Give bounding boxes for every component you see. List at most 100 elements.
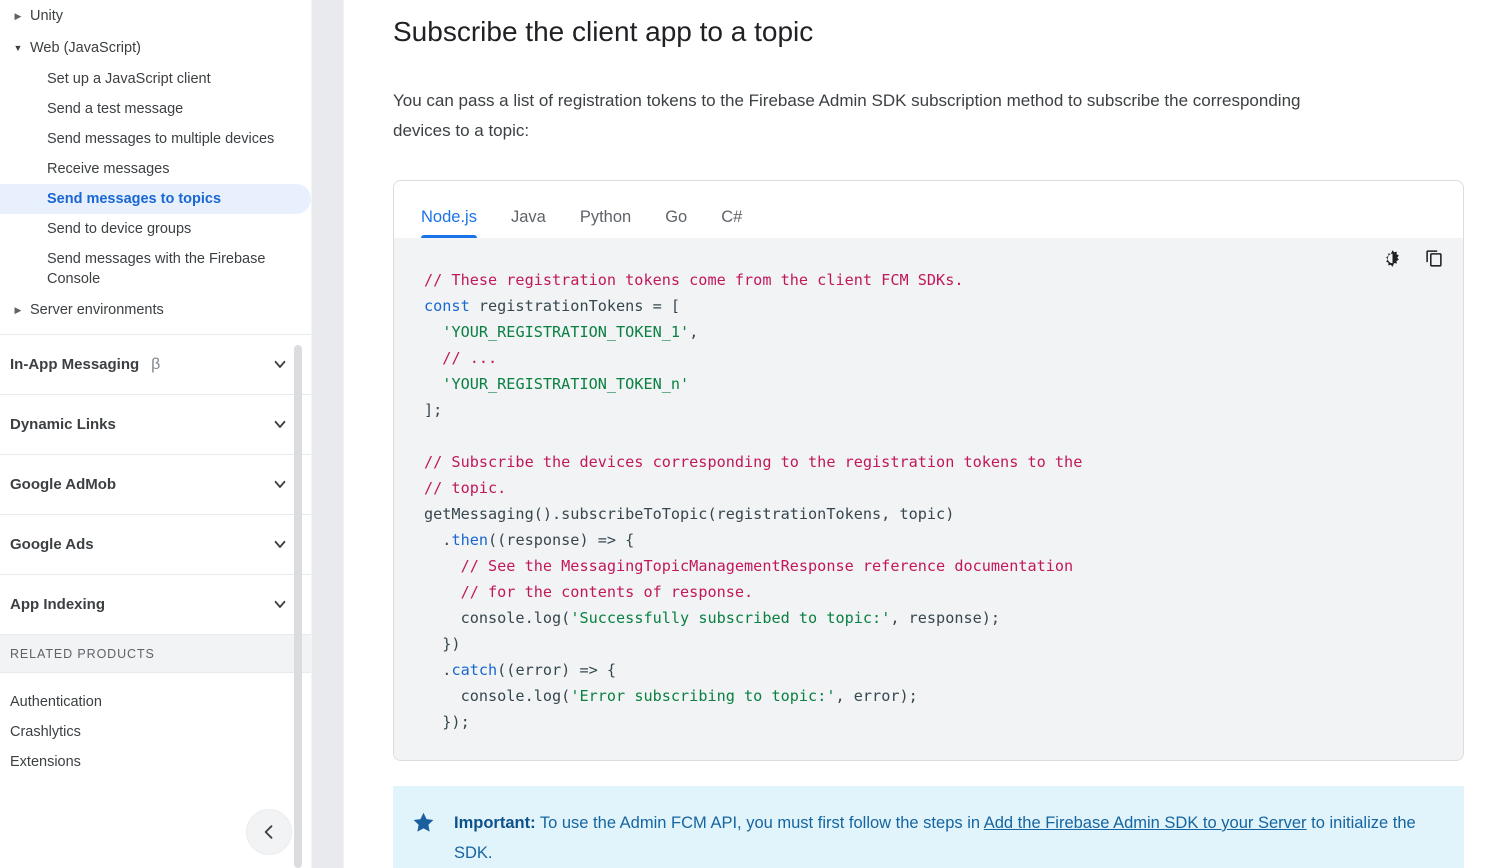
sidebar-item-receive-messages[interactable]: Receive messages bbox=[0, 154, 311, 184]
code-token: console.log( bbox=[424, 609, 571, 627]
content-inner: Subscribe the client app to a topic You … bbox=[344, 14, 1509, 868]
related-products-heading: RELATED PRODUCTS bbox=[0, 634, 311, 673]
sidebar-section-label-wrap: Google AdMob bbox=[10, 476, 116, 493]
sidebar-item-send-messages-to-topics[interactable]: Send messages to topics bbox=[0, 184, 311, 214]
sidebar-section-label-wrap: App Indexing bbox=[10, 596, 105, 613]
copy-glyph bbox=[1426, 250, 1442, 267]
code-token: }) bbox=[424, 635, 461, 653]
sidebar-item-send-messages-to-multiple-devices[interactable]: Send messages to multiple devices bbox=[0, 124, 311, 154]
code-token: 'YOUR_REGISTRATION_TOKEN_1' bbox=[442, 323, 690, 341]
nav-group-unity[interactable]: ▶ Unity bbox=[0, 0, 311, 32]
chevron-down-icon bbox=[271, 595, 289, 615]
star-icon bbox=[411, 810, 436, 835]
sidebar-section-label-wrap: In-App Messaging β bbox=[10, 356, 160, 374]
code-token: ((error) => { bbox=[497, 661, 617, 679]
sidebar-item-send-a-test-message[interactable]: Send a test message bbox=[0, 94, 311, 124]
chevron-down-icon bbox=[271, 415, 289, 435]
nav-tree: ▶ Unity ▼ Web (JavaScript) Set up a Java… bbox=[0, 0, 311, 334]
sidebar-scroll-area[interactable]: ▶ Unity ▼ Web (JavaScript) Set up a Java… bbox=[0, 0, 311, 868]
page-title: Subscribe the client app to a topic bbox=[393, 16, 814, 47]
code-token: // See the MessagingTopicManagementRespo… bbox=[460, 557, 1074, 575]
code-token: registrationTokens = [ bbox=[469, 297, 681, 315]
chevron-down-icon bbox=[271, 535, 289, 555]
code-token: console.log( bbox=[424, 687, 571, 705]
related-item-crashlytics[interactable]: Crashlytics bbox=[0, 717, 311, 747]
code-token: . bbox=[424, 531, 452, 549]
sidebar-section-app-indexing[interactable]: App Indexing bbox=[0, 574, 311, 634]
star-glyph bbox=[413, 812, 434, 832]
collapse-sidebar-button[interactable] bbox=[246, 809, 292, 855]
chevron-down-icon: ▼ bbox=[13, 43, 23, 53]
sidebar-section-google-admob[interactable]: Google AdMob bbox=[0, 454, 311, 514]
tab-python[interactable]: Python bbox=[563, 208, 648, 239]
callout-text-before: To use the Admin FCM API, you must first… bbox=[535, 814, 984, 832]
sidebar-item-send-messages-with-the-firebase-console[interactable]: Send messages with the Firebase Console bbox=[0, 244, 311, 294]
code-token: 'YOUR_REGISTRATION_TOKEN_n' bbox=[442, 375, 690, 393]
code-token: 'Successfully subscribed to topic:' bbox=[570, 609, 891, 627]
code-sample[interactable]: // These registration tokens come from t… bbox=[394, 268, 1463, 736]
code-content: // These registration tokens come from t… bbox=[424, 271, 1082, 731]
sidebar-item-send-to-device-groups[interactable]: Send to device groups bbox=[0, 214, 311, 244]
code-token: 'Error subscribing to topic:' bbox=[570, 687, 836, 705]
sidebar-section-label: App Indexing bbox=[10, 596, 105, 613]
chevron-left-icon bbox=[264, 825, 273, 839]
important-callout: Important: To use the Admin FCM API, you… bbox=[393, 786, 1464, 868]
tab-csharp[interactable]: C# bbox=[704, 208, 759, 239]
sidebar-navigation: ▶ Unity ▼ Web (JavaScript) Set up a Java… bbox=[0, 0, 311, 868]
code-token: catch bbox=[451, 661, 498, 679]
nav-group-label: Unity bbox=[30, 8, 64, 24]
sidebar-scrollbar[interactable] bbox=[294, 0, 302, 868]
documentation-page: ▶ Unity ▼ Web (JavaScript) Set up a Java… bbox=[0, 0, 1509, 868]
code-token: getMessaging().subscribeToTopic(registra… bbox=[424, 505, 955, 523]
related-item-authentication[interactable]: Authentication bbox=[0, 687, 311, 717]
related-products-list: Authentication Crashlytics Extensions bbox=[0, 673, 311, 777]
intro-paragraph: You can pass a list of registration toke… bbox=[393, 91, 1301, 140]
code-token: , error); bbox=[835, 687, 918, 705]
main-content: Subscribe the client app to a topic You … bbox=[344, 0, 1509, 868]
chevron-down-icon bbox=[271, 475, 289, 495]
code-token: // These registration tokens come from t… bbox=[424, 271, 964, 289]
nav-group-web-javascript[interactable]: ▼ Web (JavaScript) bbox=[0, 32, 311, 64]
sidebar-section-label-wrap: Dynamic Links bbox=[10, 416, 116, 433]
tab-go[interactable]: Go bbox=[648, 208, 704, 239]
nav-group-label: Server environments bbox=[30, 302, 164, 318]
callout-label: Important: bbox=[454, 814, 536, 832]
copy-icon[interactable] bbox=[1423, 247, 1445, 269]
code-token: then bbox=[451, 531, 489, 549]
nav-group-server-environments[interactable]: ▶ Server environments bbox=[0, 294, 311, 334]
code-token: , bbox=[689, 323, 699, 341]
tab-nodejs[interactable]: Node.js bbox=[404, 208, 494, 239]
code-token: // Subscribe the devices corresponding t… bbox=[424, 453, 1083, 471]
tab-java[interactable]: Java bbox=[494, 208, 563, 239]
beta-badge-icon: β bbox=[151, 355, 161, 373]
sidebar-section-google-ads[interactable]: Google Ads bbox=[0, 514, 311, 574]
language-tabs: Node.js Java Python Go C# bbox=[394, 181, 1463, 238]
code-sample-card: Node.js Java Python Go C# // These regis… bbox=[393, 180, 1464, 761]
code-token: }); bbox=[424, 713, 470, 731]
brightness-glyph bbox=[1386, 249, 1399, 267]
code-token: , response); bbox=[890, 609, 1001, 627]
sidebar-content-divider bbox=[311, 0, 344, 868]
nav-group-label: Web (JavaScript) bbox=[30, 40, 141, 56]
sidebar-section-label: Google Ads bbox=[10, 536, 94, 553]
sidebar-section-label: Google AdMob bbox=[10, 476, 117, 493]
callout-link[interactable]: Add the Firebase Admin SDK to your Serve… bbox=[984, 814, 1307, 832]
code-token: ]; bbox=[424, 401, 443, 419]
sidebar-section-in-app-messaging[interactable]: In-App Messaging β bbox=[0, 334, 311, 394]
code-token: // topic. bbox=[424, 479, 507, 497]
sidebar-section-label: Dynamic Links bbox=[10, 416, 116, 433]
code-token: ((response) => { bbox=[488, 531, 635, 549]
callout-text: Important: To use the Admin FCM API, you… bbox=[454, 808, 1434, 868]
related-item-extensions[interactable]: Extensions bbox=[0, 747, 311, 777]
sidebar-section-dynamic-links[interactable]: Dynamic Links bbox=[0, 394, 311, 454]
chevron-down-icon bbox=[271, 355, 289, 375]
dark-mode-icon[interactable] bbox=[1382, 248, 1403, 269]
code-body: // These registration tokens come from t… bbox=[394, 238, 1463, 760]
sidebar-item-set-up-a-javascript-client[interactable]: Set up a JavaScript client bbox=[0, 64, 311, 94]
sidebar-scrollbar-thumb[interactable] bbox=[294, 345, 302, 868]
